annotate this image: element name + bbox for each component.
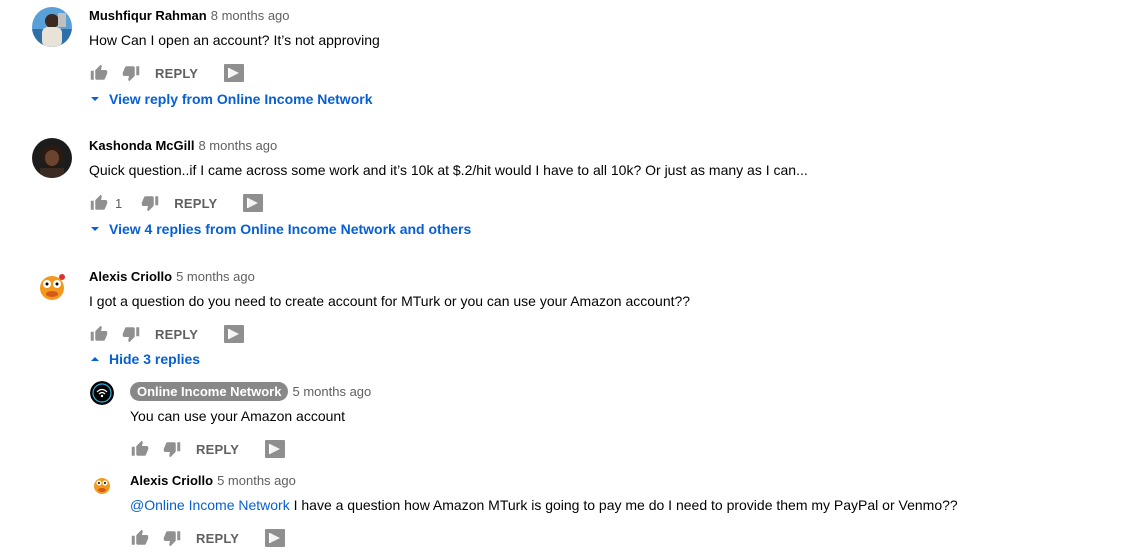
comment-text: Quick question..if I came across some wo… [89, 162, 808, 178]
reply-button[interactable]: REPLY [196, 531, 239, 546]
avatar[interactable] [32, 7, 72, 47]
mention-link[interactable]: @Online Income Network [130, 497, 290, 513]
chevron-down-icon [89, 93, 101, 105]
reply-button[interactable]: REPLY [155, 66, 198, 81]
flag-icon[interactable] [265, 440, 286, 458]
chevron-down-icon [89, 223, 101, 235]
avatar[interactable] [32, 138, 72, 178]
comment-author[interactable]: Alexis Criollo [89, 269, 172, 284]
creator-author-badge[interactable]: Online Income Network [130, 382, 289, 401]
reply-button[interactable]: REPLY [155, 327, 198, 342]
thumbs-down-icon[interactable] [140, 193, 160, 213]
comment-text: How Can I open an account? It’s not appr… [89, 32, 380, 48]
thumbs-up-icon[interactable] [130, 528, 150, 548]
comment-body: Alexis Criollo 5 months ago I got a ques… [89, 269, 690, 346]
comment-actions: REPLY [89, 61, 380, 85]
comment-author[interactable]: Kashonda McGill [89, 138, 194, 153]
hide-replies-button[interactable]: Hide 3 replies [89, 351, 200, 367]
avatar[interactable] [32, 268, 72, 308]
comment-text: @Online Income Network I have a question… [130, 496, 958, 514]
comment-time[interactable]: 5 months ago [292, 384, 371, 399]
reply-body: Online Income Network 5 months ago You c… [130, 382, 371, 461]
comment-author[interactable]: Alexis Criollo [130, 473, 213, 488]
reply-button[interactable]: REPLY [174, 196, 217, 211]
comment-text: I got a question do you need to create a… [89, 293, 691, 309]
thumbs-up-icon[interactable] [89, 63, 109, 83]
view-replies-label: View 4 replies from Online Income Networ… [109, 221, 472, 237]
view-replies-label: View reply from Online Income Network [109, 91, 373, 107]
avatar[interactable] [90, 381, 114, 405]
thumbs-down-icon[interactable] [162, 439, 182, 459]
view-replies-button[interactable]: View reply from Online Income Network [89, 91, 372, 107]
avatar[interactable] [90, 473, 114, 497]
comment-text: You can use your Amazon account [130, 408, 346, 424]
comment-actions: REPLY [89, 322, 690, 346]
comment-body: Mushfiqur Rahman 8 months ago How Can I … [89, 8, 380, 85]
comment-actions: REPLY [130, 437, 371, 461]
comment-author[interactable]: Mushfiqur Rahman [89, 8, 207, 23]
flag-icon[interactable] [265, 529, 286, 547]
thumbs-up-icon[interactable] [89, 193, 109, 213]
thumbs-up-icon[interactable] [130, 439, 150, 459]
comment-body: Kashonda McGill 8 months ago Quick quest… [89, 138, 808, 215]
chevron-up-icon [89, 353, 101, 365]
comment-actions: 1 REPLY [89, 191, 808, 215]
comment-text-body: I have a question how Amazon MTurk is go… [289, 497, 958, 513]
comment-time[interactable]: 5 months ago [176, 269, 255, 284]
flag-icon[interactable] [243, 194, 264, 212]
thumbs-down-icon[interactable] [162, 528, 182, 548]
hide-replies-label: Hide 3 replies [109, 351, 201, 367]
thumbs-up-icon[interactable] [89, 324, 109, 344]
like-count: 1 [115, 195, 123, 211]
comment-time[interactable]: 8 months ago [198, 138, 277, 153]
comment-actions: REPLY [130, 526, 958, 550]
flag-icon[interactable] [224, 325, 245, 343]
flag-icon[interactable] [224, 64, 245, 82]
reply-button[interactable]: REPLY [196, 442, 239, 457]
thumbs-down-icon[interactable] [121, 63, 141, 83]
view-replies-button[interactable]: View 4 replies from Online Income Networ… [89, 221, 471, 237]
comment-time[interactable]: 8 months ago [211, 8, 290, 23]
reply-body: Alexis Criollo 5 months ago @Online Inco… [130, 473, 958, 550]
thumbs-down-icon[interactable] [121, 324, 141, 344]
comment-time[interactable]: 5 months ago [217, 473, 296, 488]
